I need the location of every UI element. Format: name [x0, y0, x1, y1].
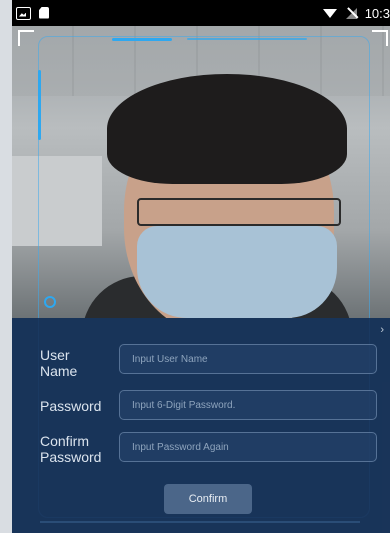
image-icon — [16, 6, 31, 20]
hud-accent-bar — [187, 38, 307, 40]
hud-node-icon — [44, 296, 56, 308]
password-label: Password — [40, 398, 102, 414]
chevron-right-icon: › — [380, 324, 384, 336]
hud-corner-top-right — [372, 30, 388, 46]
sd-card-icon — [39, 6, 49, 19]
confirm-password-input[interactable] — [119, 432, 377, 462]
username-label: User Name — [40, 347, 78, 379]
person-face-mask — [137, 226, 337, 318]
person-glasses — [137, 198, 341, 226]
hud-corner-top-left — [18, 30, 34, 46]
status-bar: 10:3 — [12, 0, 390, 26]
confirm-password-label: Confirm Password — [40, 433, 102, 465]
confirm-button[interactable]: Confirm — [164, 484, 252, 514]
camera-preview — [12, 26, 390, 318]
hud-accent-bar — [112, 38, 172, 41]
status-time: 10:3 — [364, 5, 390, 21]
username-input[interactable] — [119, 344, 377, 374]
window-background — [12, 156, 102, 246]
no-signal-icon — [345, 7, 357, 19]
wifi-icon — [322, 8, 337, 18]
registration-form: › User Name Password Confirm Password Co… — [12, 318, 390, 533]
hud-accent-bar — [38, 70, 41, 140]
person-hair — [107, 74, 347, 184]
footer-divider — [40, 521, 360, 523]
password-input[interactable] — [119, 390, 377, 420]
device-screen: 10:3 › User Name Password Confirm Passwo… — [12, 0, 390, 533]
